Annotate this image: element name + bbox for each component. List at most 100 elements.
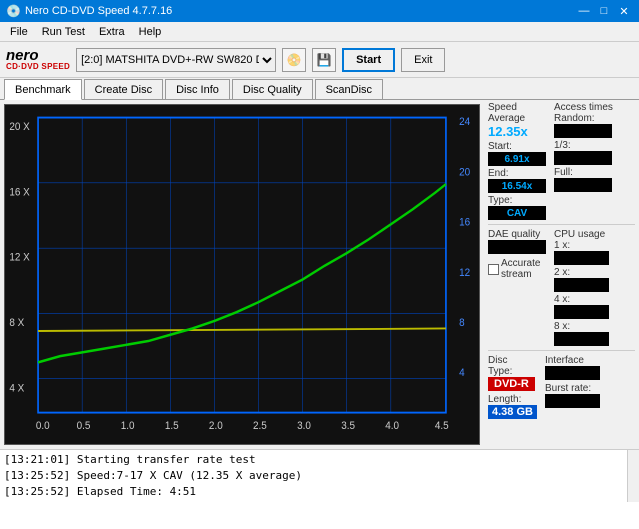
- average-label: Average: [488, 113, 546, 124]
- menu-file[interactable]: File: [4, 24, 34, 40]
- svg-text:4.0: 4.0: [385, 419, 399, 432]
- menu-help[interactable]: Help: [133, 24, 168, 40]
- dae-value: [488, 240, 546, 254]
- tab-scan-disc[interactable]: ScanDisc: [315, 79, 383, 99]
- cpu-section: CPU usage 1 x: 2 x: 4 x: 8 x:: [554, 229, 609, 346]
- nero-logo: nero CD·DVD SPEED: [6, 48, 70, 71]
- dae-title: DAE quality: [488, 229, 546, 240]
- svg-text:1.0: 1.0: [121, 419, 135, 432]
- start-button[interactable]: Start: [342, 48, 395, 72]
- log-text: [13:21:01] Starting transfer rate test […: [0, 450, 627, 502]
- burst-label: Burst rate:: [545, 383, 600, 394]
- end-label: End:: [488, 168, 546, 179]
- svg-text:3.5: 3.5: [341, 419, 355, 432]
- access-title: Access times: [554, 102, 613, 113]
- log-area: [13:21:01] Starting transfer rate test […: [0, 449, 639, 529]
- disc-type-sub: Type:: [488, 366, 537, 377]
- svg-text:0.5: 0.5: [77, 419, 91, 432]
- title-bar: 💿 Nero CD-DVD Speed 4.7.7.16 — □ ✕: [0, 0, 639, 22]
- x2-label: 2 x:: [554, 267, 609, 278]
- svg-text:0.0: 0.0: [36, 419, 50, 432]
- svg-text:4: 4: [459, 367, 465, 380]
- disc-length-value: 4.38 GB: [488, 405, 537, 419]
- svg-text:3.0: 3.0: [297, 419, 311, 432]
- speed-col: Speed Average 12.35x Start: 6.91x End: 1…: [488, 102, 546, 220]
- menu-bar: File Run Test Extra Help: [0, 22, 639, 42]
- log-line-3: [13:25:52] Elapsed Time: 4:51: [4, 484, 623, 500]
- start-label: Start:: [488, 141, 546, 152]
- burst-value: [545, 394, 600, 408]
- dae-section: DAE quality Accuratestream: [488, 229, 546, 346]
- close-button[interactable]: ✕: [615, 2, 633, 20]
- main-content: 20 X 16 X 12 X 8 X 4 X 24 20 16 12 8 4: [0, 100, 639, 449]
- disc-type-label: Disc: [488, 355, 537, 366]
- full-label: Full:: [554, 167, 613, 178]
- average-value: 12.35x: [488, 124, 546, 139]
- svg-text:2.5: 2.5: [253, 419, 267, 432]
- svg-text:20 X: 20 X: [9, 121, 29, 134]
- svg-text:12 X: 12 X: [9, 251, 29, 264]
- title-bar-controls: — □ ✕: [575, 2, 633, 20]
- x1-value: [554, 251, 609, 265]
- x8-value: [554, 332, 609, 346]
- interface-section: Interface Burst rate:: [545, 355, 600, 419]
- svg-text:4 X: 4 X: [9, 382, 24, 395]
- x8-label: 8 x:: [554, 321, 609, 332]
- tab-bar: Benchmark Create Disc Disc Info Disc Qua…: [0, 78, 639, 100]
- svg-text:12: 12: [459, 266, 470, 279]
- cdspeed-text: CD·DVD SPEED: [6, 63, 70, 71]
- svg-text:2.0: 2.0: [209, 419, 223, 432]
- interface-title: Interface: [545, 355, 600, 366]
- third-value: [554, 151, 612, 165]
- log-scrollbar[interactable]: [627, 450, 639, 502]
- accurate-label: Accuratestream: [501, 258, 540, 280]
- svg-text:8 X: 8 X: [9, 316, 24, 329]
- log-inner: [13:21:01] Starting transfer rate test […: [0, 450, 639, 502]
- x2-value: [554, 278, 609, 292]
- speed-section: Speed Average 12.35x Start: 6.91x End: 1…: [488, 102, 635, 220]
- right-panel: Speed Average 12.35x Start: 6.91x End: 1…: [484, 100, 639, 449]
- access-times-col: Access times Random: 1/3: Full:: [554, 102, 613, 220]
- x4-label: 4 x:: [554, 294, 609, 305]
- maximize-button[interactable]: □: [595, 2, 613, 20]
- end-value: 16.54x: [488, 179, 546, 193]
- start-value: 6.91x: [488, 152, 546, 166]
- log-line-2: [13:25:52] Speed:7-17 X CAV (12.35 X ave…: [4, 468, 623, 484]
- menu-extra[interactable]: Extra: [93, 24, 131, 40]
- svg-text:24: 24: [459, 116, 470, 129]
- chart-svg: 20 X 16 X 12 X 8 X 4 X 24 20 16 12 8 4: [5, 105, 479, 444]
- third-label: 1/3:: [554, 140, 613, 151]
- svg-text:16: 16: [459, 216, 470, 229]
- speed-title: Speed: [488, 102, 546, 113]
- exit-button[interactable]: Exit: [401, 48, 445, 72]
- svg-text:1.5: 1.5: [165, 419, 179, 432]
- tab-disc-info[interactable]: Disc Info: [165, 79, 230, 99]
- accurate-checkbox[interactable]: [488, 264, 499, 275]
- x4-value: [554, 305, 609, 319]
- svg-text:8: 8: [459, 316, 465, 329]
- chart-container: 20 X 16 X 12 X 8 X 4 X 24 20 16 12 8 4: [4, 104, 480, 445]
- eject-button[interactable]: 📀: [282, 48, 306, 72]
- type-label: Type:: [488, 195, 546, 206]
- type-value: CAV: [488, 206, 546, 220]
- dae-cpu-row: DAE quality Accuratestream CPU usage 1 x…: [488, 229, 635, 346]
- toolbar: nero CD·DVD SPEED [2:0] MATSHITA DVD+-RW…: [0, 42, 639, 78]
- menu-run-test[interactable]: Run Test: [36, 24, 91, 40]
- drive-select[interactable]: [2:0] MATSHITA DVD+-RW SW820 D.02: [76, 48, 276, 72]
- log-line-1: [13:21:01] Starting transfer rate test: [4, 452, 623, 468]
- disc-section: Disc Type: DVD-R Length: 4.38 GB: [488, 355, 537, 419]
- tab-disc-quality[interactable]: Disc Quality: [232, 79, 313, 99]
- tab-benchmark[interactable]: Benchmark: [4, 79, 82, 100]
- minimize-button[interactable]: —: [575, 2, 593, 20]
- svg-text:20: 20: [459, 166, 470, 179]
- tab-create-disc[interactable]: Create Disc: [84, 79, 163, 99]
- full-value: [554, 178, 612, 192]
- save-button[interactable]: 💾: [312, 48, 336, 72]
- random-value: [554, 124, 612, 138]
- disc-interface-row: Disc Type: DVD-R Length: 4.38 GB Interfa…: [488, 355, 635, 419]
- disc-type-badge: DVD-R: [488, 377, 535, 391]
- log-content: [13:21:01] Starting transfer rate test […: [0, 450, 627, 502]
- window-title: Nero CD-DVD Speed 4.7.7.16: [25, 5, 172, 17]
- interface-value: [545, 366, 600, 380]
- disc-length-label: Length:: [488, 394, 537, 405]
